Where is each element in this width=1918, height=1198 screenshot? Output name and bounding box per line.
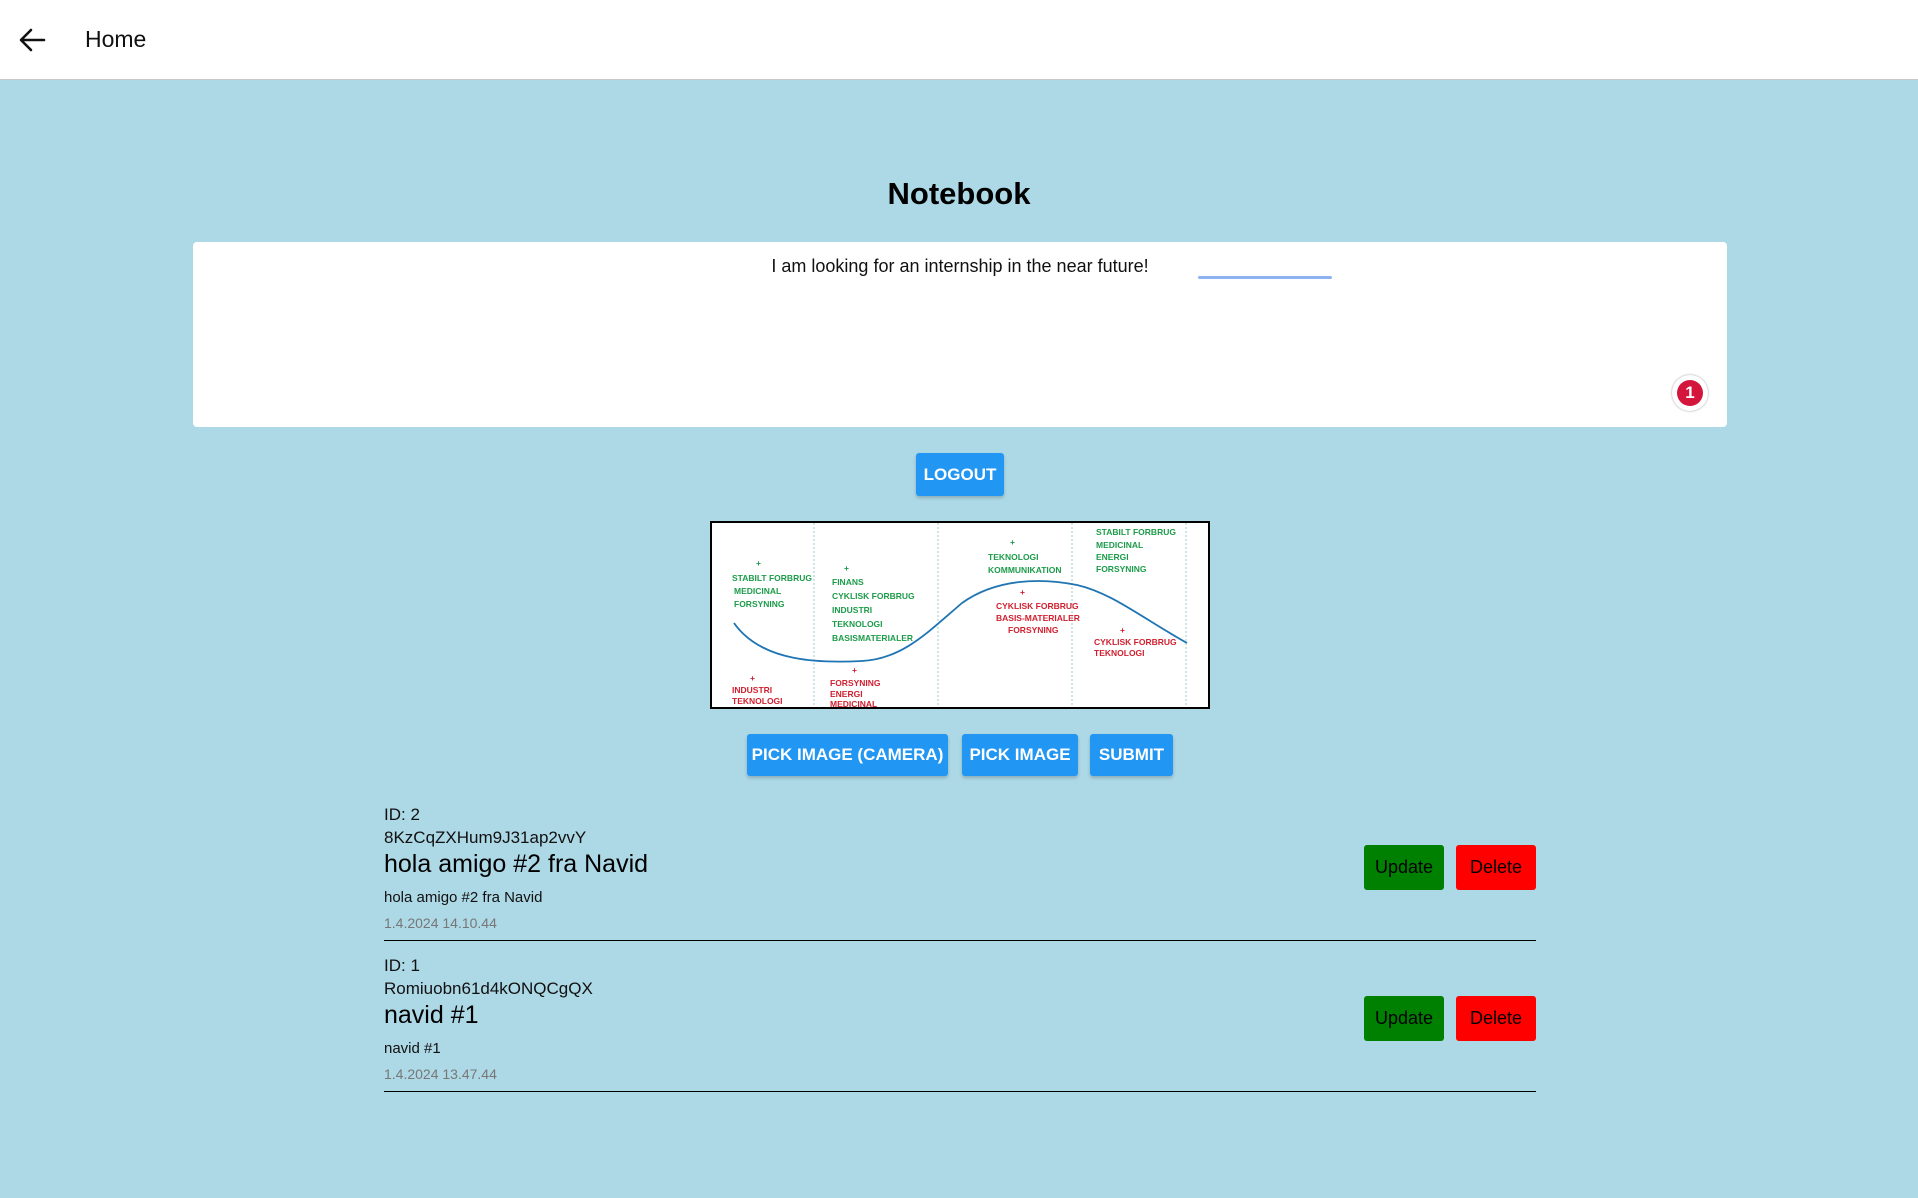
grammar-suggestion-underline[interactable]	[1198, 276, 1332, 279]
image-label: INDUSTRI	[832, 605, 872, 615]
list-item: ID: 1 Romiuobn61d4kONQCgQX navid #1 navi…	[384, 951, 1536, 1092]
image-label: FINANS	[832, 577, 864, 587]
note-title: navid #1	[384, 1001, 479, 1029]
update-button[interactable]: Update	[1364, 996, 1444, 1041]
image-label: TEKNOLOGI	[732, 696, 783, 706]
svg-text:+: +	[844, 563, 849, 573]
svg-text:+: +	[1020, 587, 1025, 597]
image-label: FORSYNING	[1008, 625, 1059, 635]
pick-image-camera-button[interactable]: PICK IMAGE (CAMERA)	[747, 734, 948, 776]
sector-rotation-image: + STABILT FORBRUG MEDICINAL FORSYNING + …	[712, 523, 1208, 707]
image-label: MEDICINAL	[830, 699, 877, 707]
image-label: FORSYNING	[1096, 564, 1147, 574]
app-bar: Home	[0, 0, 1918, 80]
image-label: TEKNOLOGI	[988, 552, 1039, 562]
image-label: BASIS-MATERIALER	[996, 613, 1080, 623]
logout-button[interactable]: LOGOUT	[916, 453, 1004, 496]
image-label: TEKNOLOGI	[832, 619, 883, 629]
image-label: FORSYNING	[830, 678, 881, 688]
note-body: hola amigo #2 fra Navid	[384, 889, 543, 906]
app-bar-title: Home	[85, 26, 147, 52]
image-label: CYKLISK FORBRUG	[832, 591, 915, 601]
image-label: MEDICINAL	[734, 586, 781, 596]
note-key: 8KzCqZXHum9J31ap2vvY	[384, 828, 587, 847]
note-textarea-value: I am looking for an internship in the ne…	[771, 256, 1149, 276]
image-label: ENERGI	[830, 689, 863, 699]
image-label: TEKNOLOGI	[1094, 648, 1145, 658]
image-label: INDUSTRI	[732, 685, 772, 695]
image-label: BASISMATERIALER	[832, 633, 913, 643]
image-label: FORSYNING	[734, 599, 785, 609]
update-button[interactable]: Update	[1364, 845, 1444, 890]
grammar-issues-badge[interactable]: 1	[1672, 375, 1708, 411]
image-label: KOMMUNIKATION	[988, 565, 1062, 575]
page-title: Notebook	[887, 176, 1031, 211]
back-button[interactable]	[14, 22, 50, 58]
image-label: MEDICINAL	[1096, 540, 1143, 550]
note-timestamp: 1.4.2024 14.10.44	[384, 915, 497, 931]
submit-button[interactable]: SUBMIT	[1090, 734, 1173, 776]
svg-text:+: +	[1010, 537, 1015, 547]
image-label: CYKLISK FORBRUG	[1094, 637, 1177, 647]
note-title: hola amigo #2 fra Navid	[384, 850, 649, 878]
note-body: navid #1	[384, 1040, 441, 1057]
image-label: CYKLISK FORBRUG	[996, 601, 1079, 611]
note-id: ID: 1	[384, 956, 420, 975]
delete-button[interactable]: Delete	[1456, 845, 1536, 890]
image-label: STABILT FORBRUG	[732, 573, 812, 583]
svg-text:+: +	[852, 665, 857, 675]
arrow-left-icon	[19, 28, 46, 52]
grammar-issues-count: 1	[1677, 380, 1703, 406]
note-textarea[interactable]: I am looking for an internship in the ne…	[193, 242, 1727, 427]
list-item: ID: 2 8KzCqZXHum9J31ap2vvY hola amigo #2…	[384, 800, 1536, 941]
note-key: Romiuobn61d4kONQCgQX	[384, 979, 593, 998]
pick-image-button[interactable]: PICK IMAGE	[962, 734, 1078, 776]
image-label: STABILT FORBRUG	[1096, 527, 1176, 537]
note-id: ID: 2	[384, 805, 420, 824]
note-timestamp: 1.4.2024 13.47.44	[384, 1066, 497, 1082]
image-preview: + STABILT FORBRUG MEDICINAL FORSYNING + …	[710, 521, 1210, 709]
svg-text:+: +	[756, 558, 761, 568]
image-label: ENERGI	[1096, 552, 1129, 562]
delete-button[interactable]: Delete	[1456, 996, 1536, 1041]
svg-text:+: +	[1120, 625, 1125, 635]
svg-text:+: +	[750, 673, 755, 683]
